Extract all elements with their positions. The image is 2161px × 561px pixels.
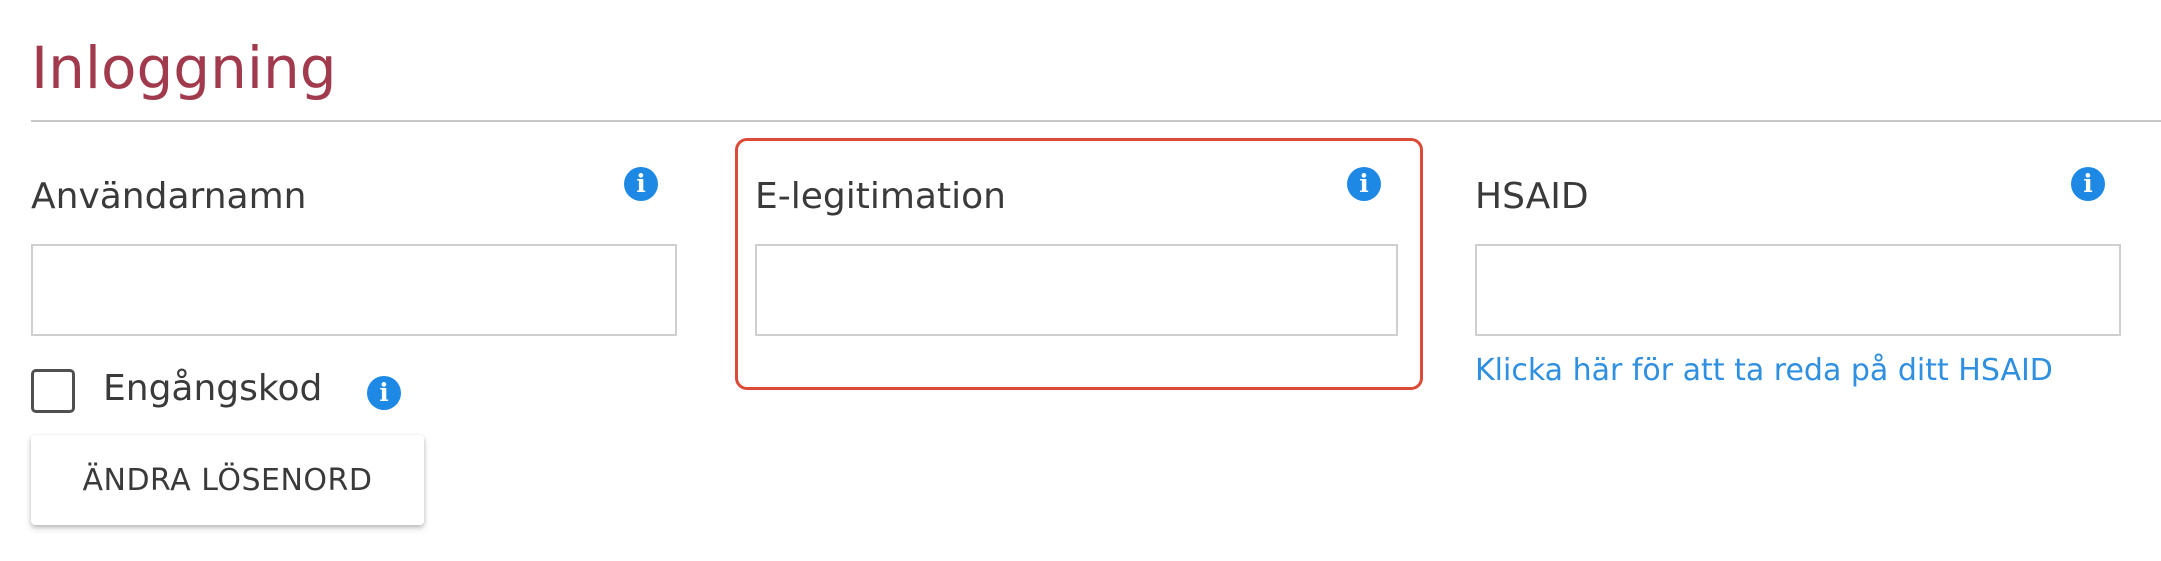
username-label: Användarnamn bbox=[31, 176, 307, 217]
hsaid-help-link[interactable]: Klicka här för att ta reda på ditt HSAID bbox=[1475, 350, 2053, 392]
one-time-code-checkbox[interactable] bbox=[31, 369, 75, 413]
eid-info-icon[interactable]: i bbox=[1347, 167, 1381, 201]
change-password-button[interactable]: ÄNDRA LÖSENORD bbox=[31, 435, 424, 525]
username-input[interactable] bbox=[31, 244, 677, 336]
hsaid-info-icon[interactable]: i bbox=[2071, 167, 2105, 201]
username-info-icon[interactable]: i bbox=[624, 167, 658, 201]
hsaid-label: HSAID bbox=[1475, 176, 1589, 217]
section-title: Inloggning bbox=[31, 34, 337, 102]
eid-label: E-legitimation bbox=[755, 176, 1006, 217]
hsaid-input[interactable] bbox=[1475, 244, 2121, 336]
section-divider bbox=[31, 120, 2161, 122]
one-time-code-label[interactable]: Engångskod bbox=[103, 364, 322, 414]
one-time-code-info-icon[interactable]: i bbox=[367, 376, 401, 410]
eid-input[interactable] bbox=[755, 244, 1398, 336]
